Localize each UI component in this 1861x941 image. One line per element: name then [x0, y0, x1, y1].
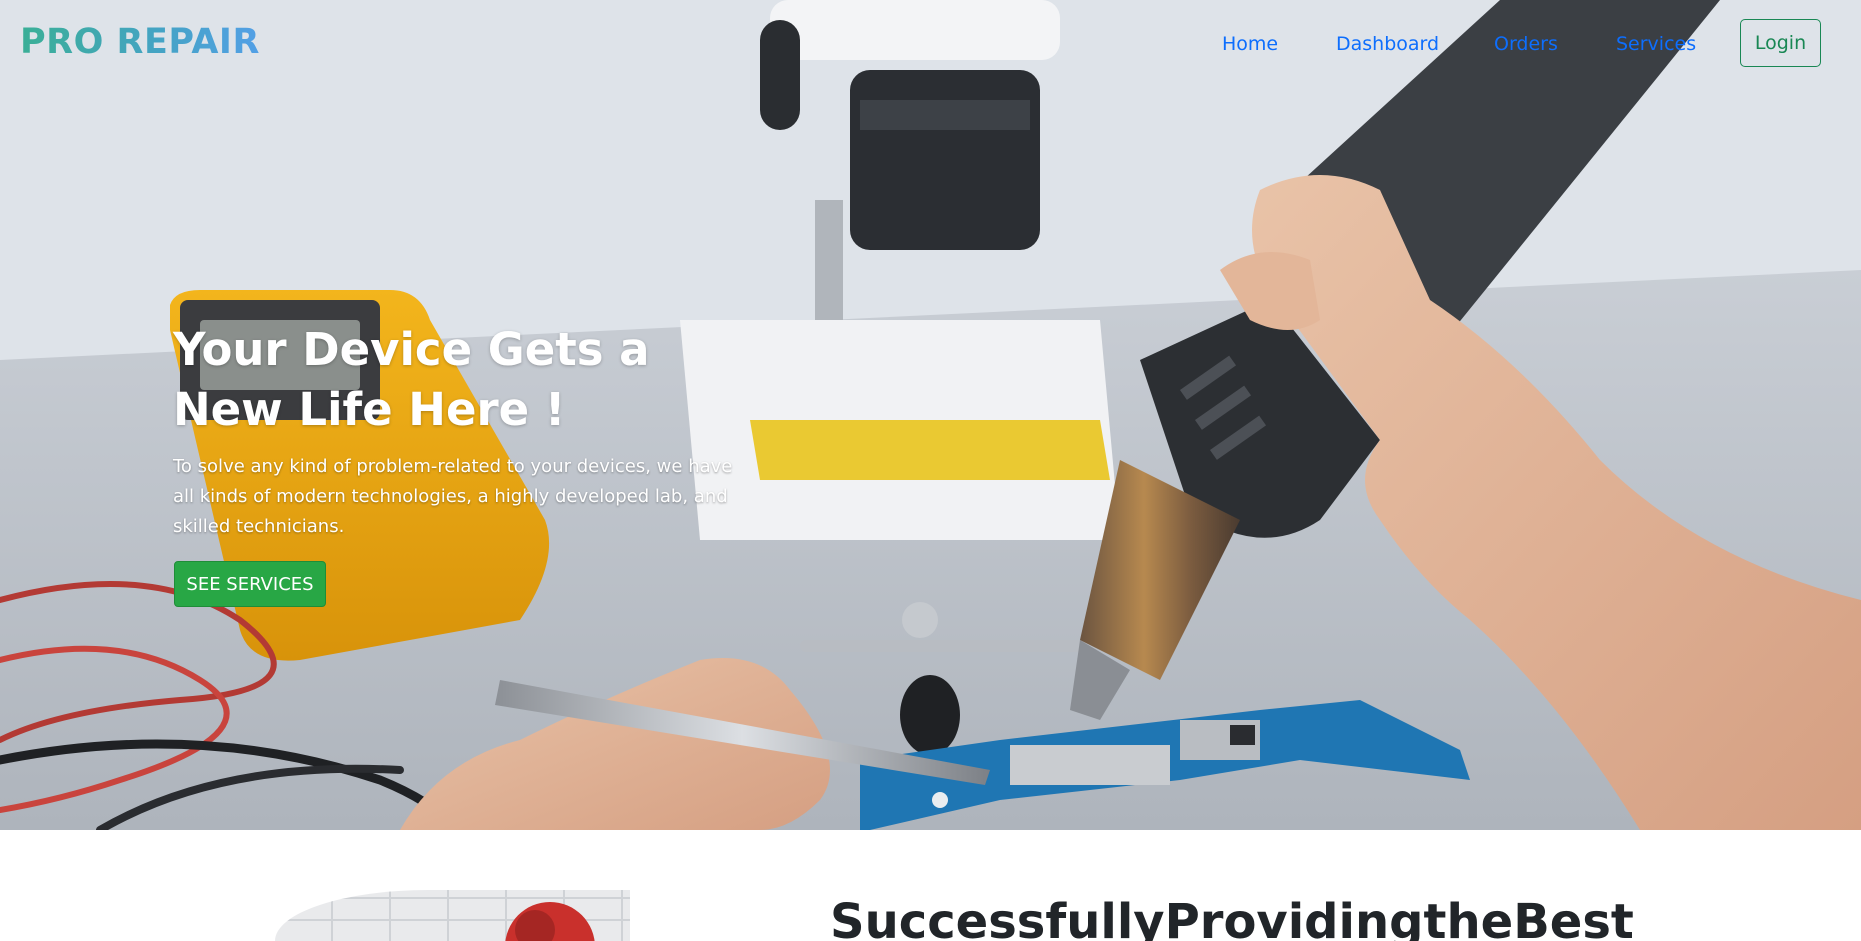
hero-title-line2: New Life Here !: [173, 383, 566, 436]
about-title-word: Best: [1513, 894, 1634, 941]
brand-logo[interactable]: PRO REPAIR: [20, 22, 260, 62]
nav-link-dashboard[interactable]: Dashboard: [1336, 33, 1439, 55]
about-title-word: the: [1423, 894, 1514, 941]
about-title-word: Providing: [1164, 894, 1424, 941]
see-services-button[interactable]: SEE SERVICES: [174, 561, 326, 607]
hero-title: Your Device Gets a New Life Here !: [173, 320, 693, 440]
hero-title-line1: Your Device Gets a: [173, 323, 650, 376]
hero-description: To solve any kind of problem-related to …: [173, 456, 733, 537]
navbar: PRO REPAIR Home Dashboard Orders Service…: [0, 0, 1861, 88]
nav-link-orders[interactable]: Orders: [1494, 33, 1558, 55]
login-button[interactable]: Login: [1740, 19, 1821, 67]
nav-link-services[interactable]: Services: [1616, 33, 1696, 55]
about-image: [275, 890, 630, 941]
nav-link-home[interactable]: Home: [1222, 33, 1278, 55]
hero-section: PRO REPAIR Home Dashboard Orders Service…: [0, 0, 1861, 830]
about-title: Successfully Providing the Best: [830, 892, 1634, 941]
about-title-word: Successfully: [830, 894, 1165, 941]
